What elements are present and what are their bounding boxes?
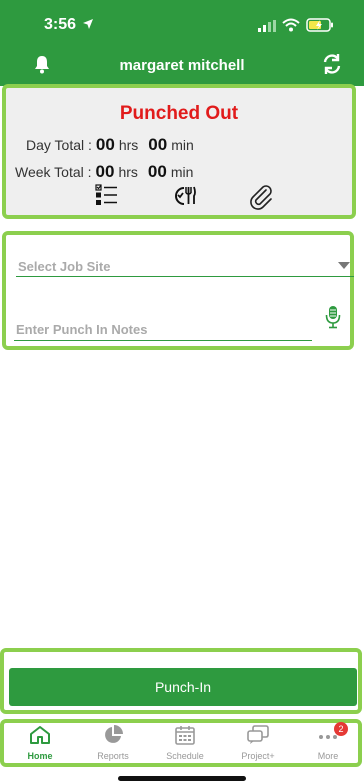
pie-chart-icon — [105, 725, 123, 743]
refresh-icon[interactable] — [321, 53, 343, 75]
week-hours-unit: hrs — [118, 164, 138, 180]
home-icon — [30, 726, 50, 744]
day-total-row: Day Total : 00 hrs 00 min — [26, 135, 194, 155]
week-hours: 00 — [95, 162, 115, 181]
status-time: 3:56 — [44, 16, 77, 33]
nav-row: margaret mitchell — [0, 46, 364, 86]
tab-home-label: Home — [27, 751, 53, 761]
cellular-signal-icon — [258, 20, 276, 32]
calendar-icon — [175, 726, 195, 745]
checklist-icon[interactable] — [95, 184, 119, 206]
wifi-icon — [282, 18, 300, 32]
notes-placeholder: Enter Punch In Notes — [16, 322, 148, 337]
week-total-row: Week Total : 00 hrs 00 min — [15, 162, 193, 182]
week-total-label: Week Total : — [15, 164, 92, 180]
day-minutes-unit: min — [171, 137, 194, 153]
tab-reports-label: Reports — [97, 751, 129, 761]
punch-in-button[interactable]: Punch-In — [9, 668, 357, 706]
punch-button-container: Punch-In — [0, 648, 362, 714]
punch-form-card: Select Job Site Enter Punch In Notes — [2, 231, 354, 350]
job-site-select[interactable]: Select Job Site — [16, 249, 354, 277]
tab-home[interactable]: Home — [10, 725, 70, 761]
tab-schedule-label: Schedule — [166, 751, 204, 761]
tab-schedule[interactable]: Schedule — [155, 725, 215, 761]
week-minutes: 00 — [147, 162, 167, 181]
microphone-icon[interactable] — [325, 305, 341, 329]
status-bar: 3:56 — [0, 0, 364, 46]
more-notification-badge: 2 — [334, 722, 348, 736]
tab-more[interactable]: More — [298, 725, 358, 761]
meal-break-icon[interactable] — [172, 184, 196, 206]
day-hours: 00 — [95, 135, 115, 154]
tab-project-plus-label: Project+ — [241, 751, 275, 761]
tab-project-plus[interactable]: Project+ — [228, 725, 288, 761]
tab-reports[interactable]: Reports — [83, 725, 143, 761]
location-arrow-icon — [83, 19, 93, 29]
tab-bar: Home Reports Schedule Project+ More — [0, 719, 362, 767]
dropdown-caret-icon — [338, 262, 350, 269]
attachment-icon[interactable] — [248, 184, 274, 210]
screen: 3:56 margaret mitchell Punched Out Day T… — [0, 0, 364, 784]
status-card: Punched Out Day Total : 00 hrs 00 min We… — [2, 84, 356, 219]
tab-more-label: More — [317, 751, 339, 761]
punch-notes-input[interactable]: Enter Punch In Notes — [14, 313, 312, 341]
home-indicator — [118, 776, 246, 781]
day-hours-unit: hrs — [118, 137, 139, 153]
user-name: margaret mitchell — [119, 57, 245, 74]
job-site-placeholder: Select Job Site — [18, 259, 111, 274]
project-chat-icon — [247, 725, 269, 744]
day-minutes: 00 — [148, 135, 168, 154]
punch-status: Punched Out — [119, 103, 239, 124]
battery-charging-icon — [306, 18, 333, 32]
day-total-label: Day Total : — [26, 137, 92, 153]
week-minutes-unit: min — [170, 164, 194, 180]
header: 3:56 margaret mitchell — [0, 0, 364, 86]
